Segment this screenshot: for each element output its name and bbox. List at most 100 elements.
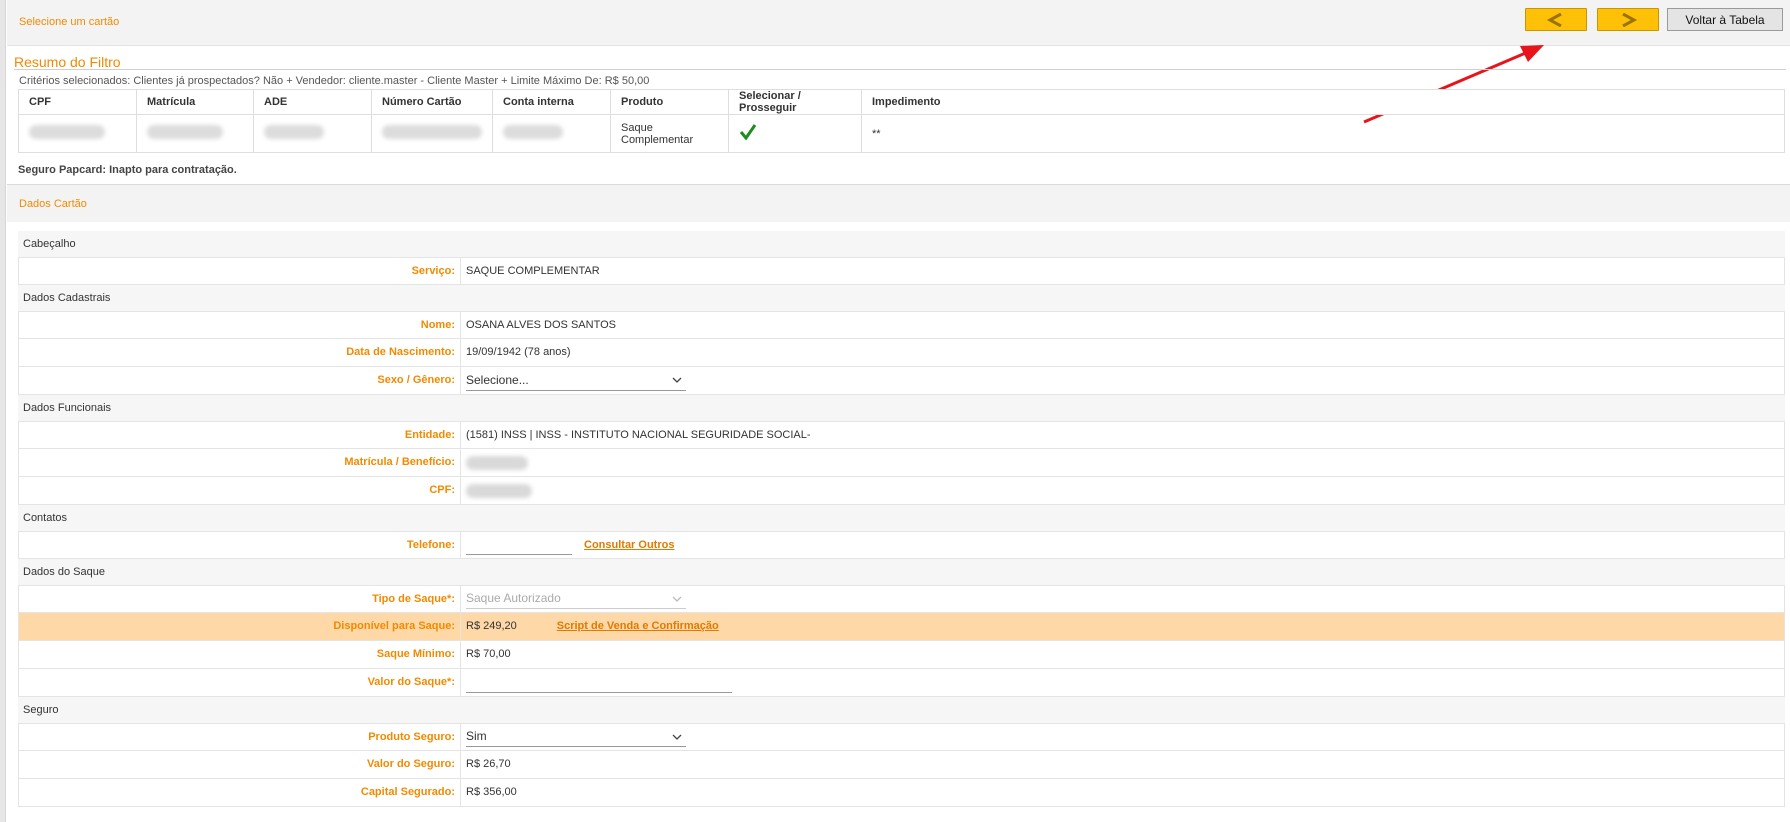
tipo-saque-label: Tipo de Saque*:: [19, 586, 461, 612]
row-valor-seguro: Valor do Seguro: R$ 26,70: [18, 751, 1785, 779]
section-dados-funcionais: Dados Funcionais: [18, 395, 1785, 421]
row-tipo-saque: Tipo de Saque*: Saque Autorizado: [18, 585, 1785, 613]
capital-segurado-label: Capital Segurado:: [19, 779, 461, 806]
table-header-row: CPF Matrícula ADE Número Cartão Conta in…: [18, 89, 1785, 115]
row-capital-segurado: Capital Segurado: R$ 356,00: [18, 779, 1785, 807]
nome-label: Nome:: [19, 312, 461, 338]
row-nome: Nome: OSANA ALVES DOS SANTOS: [18, 311, 1785, 339]
produto-line2: Complementar: [621, 133, 694, 146]
produto-seguro-label: Produto Seguro:: [19, 724, 461, 750]
servico-label: Serviço:: [19, 258, 461, 284]
nascimento-label: Data de Nascimento:: [19, 339, 461, 366]
redacted-value: [264, 125, 324, 139]
col-selecionar: Selecionar / Prosseguir: [728, 89, 862, 115]
cell-selecionar[interactable]: [728, 114, 862, 153]
resumo-title: Resumo do Filtro: [14, 54, 121, 70]
chevron-right-icon: [1622, 12, 1638, 27]
col-matricula: Matrícula: [136, 89, 254, 115]
cell-numero-cartao: [371, 114, 493, 153]
redacted-value: [466, 455, 528, 470]
col-conta-interna: Conta interna: [492, 89, 611, 115]
sexo-select-value: Selecione...: [466, 372, 529, 387]
entidade-label: Entidade:: [19, 422, 461, 448]
redacted-value: [466, 483, 532, 498]
row-matricula: Matrícula / Benefício:: [18, 449, 1785, 477]
servico-value: SAQUE COMPLEMENTAR: [466, 264, 600, 277]
redacted-value: [147, 125, 223, 139]
redacted-value: [382, 125, 482, 139]
col-cpf: CPF: [18, 89, 137, 115]
produto-seguro-value: Sim: [466, 729, 487, 743]
chevron-left-icon: [1546, 12, 1562, 27]
row-entidade: Entidade: (1581) INSS | INSS - INSTITUTO…: [18, 421, 1785, 449]
section-dados-cadastrais: Dados Cadastrais: [18, 285, 1785, 311]
section-contatos: Contatos: [18, 505, 1785, 531]
produto-seguro-select[interactable]: Sim: [466, 727, 686, 747]
redacted-value: [503, 125, 563, 139]
telefone-label: Telefone:: [19, 532, 461, 558]
section-cabecalho: Cabeçalho: [18, 231, 1785, 257]
col-produto: Produto: [610, 89, 729, 115]
consultar-outros-link[interactable]: Consultar Outros: [584, 532, 674, 559]
col-ade: ADE: [253, 89, 372, 115]
page-title: Selecione um cartão: [19, 16, 120, 28]
cards-table: CPF Matrícula ADE Número Cartão Conta in…: [18, 89, 1785, 153]
saque-minimo-label: Saque Mínimo:: [19, 641, 461, 668]
disponivel-label: Disponível para Saque:: [19, 613, 461, 640]
script-venda-link[interactable]: Script de Venda e Confirmação: [557, 613, 719, 640]
chevron-down-icon: [672, 596, 682, 602]
cell-cpf: [18, 114, 137, 153]
chevron-down-icon: [672, 377, 682, 383]
col-impedimento: Impedimento: [861, 89, 1785, 115]
tipo-saque-select[interactable]: Saque Autorizado: [466, 589, 686, 609]
produto-line1: Saque: [621, 121, 653, 134]
dados-cartao-title: Dados Cartão: [19, 198, 87, 210]
matricula-label: Matrícula / Benefício:: [19, 449, 461, 476]
section-dados-saque: Dados do Saque: [18, 559, 1785, 585]
row-servico: Serviço: SAQUE COMPLEMENTAR: [18, 257, 1785, 285]
left-scrollbar[interactable]: [0, 0, 6, 822]
valor-saque-input[interactable]: [466, 673, 732, 693]
row-telefone: Telefone: Consultar Outros: [18, 531, 1785, 559]
table-row: Saque Complementar **: [18, 114, 1785, 153]
back-to-table-button[interactable]: Voltar à Tabela: [1667, 8, 1783, 31]
redacted-value: [29, 125, 105, 139]
sexo-label: Sexo / Gênero:: [19, 367, 461, 394]
valor-seguro-label: Valor do Seguro:: [19, 751, 461, 778]
divider: [14, 69, 1786, 70]
row-nascimento: Data de Nascimento: 19/09/1942 (78 anos): [18, 339, 1785, 367]
valor-saque-label: Valor do Saque*:: [19, 669, 461, 696]
prev-button[interactable]: [1525, 8, 1587, 31]
next-button[interactable]: [1597, 8, 1659, 31]
row-valor-saque: Valor do Saque*:: [18, 669, 1785, 697]
telefone-input[interactable]: [466, 535, 572, 555]
cell-impedimento: **: [861, 114, 1785, 153]
check-icon[interactable]: [739, 123, 757, 141]
disponivel-value: R$ 249,20: [466, 620, 517, 632]
section-seguro: Seguro: [18, 697, 1785, 723]
chevron-down-icon: [672, 734, 682, 740]
row-produto-seguro: Produto Seguro: Sim: [18, 723, 1785, 751]
col-numero-cartao: Número Cartão: [371, 89, 493, 115]
row-sexo: Sexo / Gênero: Selecione...: [18, 367, 1785, 395]
card-form: Cabeçalho Serviço: SAQUE COMPLEMENTAR Da…: [18, 231, 1785, 807]
seguro-papcard-status: Seguro Papcard: Inapto para contratação.: [18, 164, 237, 176]
capital-segurado-value: R$ 356,00: [466, 786, 517, 798]
row-disponivel: Disponível para Saque: R$ 249,20 Script …: [18, 613, 1785, 641]
entidade-value: (1581) INSS | INSS - INSTITUTO NACIONAL …: [466, 428, 811, 441]
cell-conta-interna: [492, 114, 611, 153]
dados-cartao-bar: Dados Cartão: [7, 184, 1790, 222]
criterios-text: Critérios selecionados: Clientes já pros…: [19, 75, 650, 87]
cell-ade: [253, 114, 372, 153]
row-saque-minimo: Saque Mínimo: R$ 70,00: [18, 641, 1785, 669]
saque-minimo-value: R$ 70,00: [466, 648, 511, 660]
cell-produto: Saque Complementar: [610, 114, 729, 153]
tipo-saque-value: Saque Autorizado: [466, 591, 561, 605]
cpf-label: CPF:: [19, 477, 461, 504]
nascimento-value: 19/09/1942 (78 anos): [466, 346, 571, 358]
valor-seguro-value: R$ 26,70: [466, 758, 511, 770]
nome-value: OSANA ALVES DOS SANTOS: [466, 318, 616, 331]
cell-matricula: [136, 114, 254, 153]
row-cpf: CPF:: [18, 477, 1785, 505]
sexo-select[interactable]: Selecione...: [466, 371, 686, 391]
